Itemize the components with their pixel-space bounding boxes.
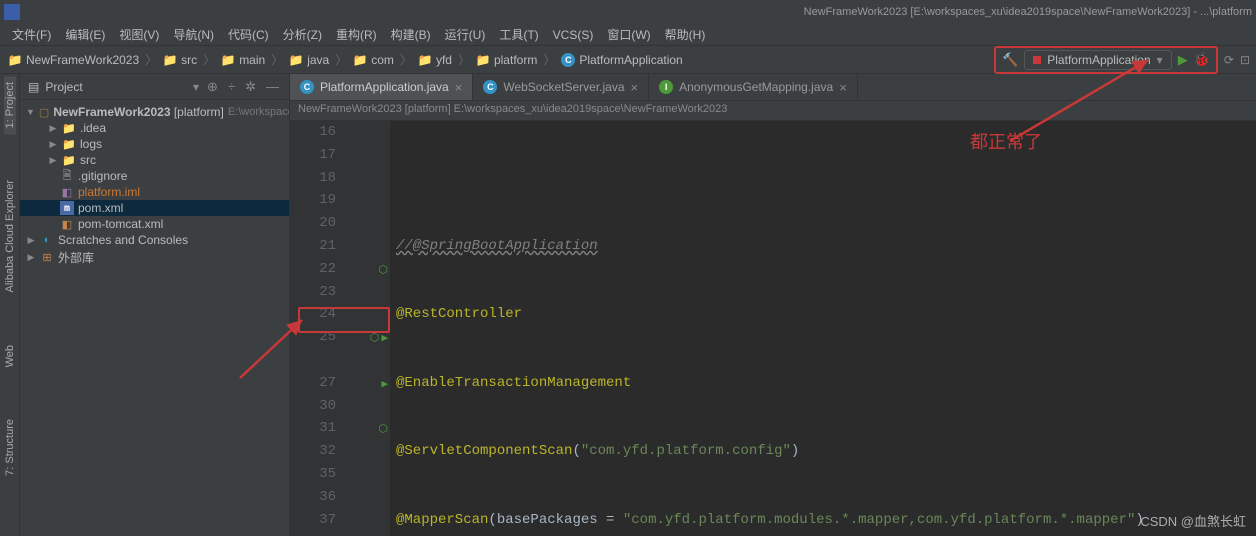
editor-breadcrumb: NewFrameWork2023 [platform] E:\workspace… xyxy=(290,101,1256,121)
sidebar-tab-structure[interactable]: 7: Structure xyxy=(4,413,16,482)
bc-java[interactable]: 📁java xyxy=(287,51,331,69)
folder-icon: 📁 xyxy=(62,137,76,151)
tree-item-pom-tomcat[interactable]: ◧pom-tomcat.xml xyxy=(20,216,289,232)
close-icon[interactable]: × xyxy=(839,80,847,95)
tree-root[interactable]: ▼▢ NewFrameWork2023 [platform] E:\worksp… xyxy=(20,104,289,120)
collapse-icon[interactable]: ÷ xyxy=(226,79,237,94)
close-icon[interactable]: × xyxy=(455,80,463,95)
sidebar-tab-web[interactable]: Web xyxy=(4,339,16,373)
maven-icon: m xyxy=(60,201,74,215)
spring-run-icon[interactable]: ⬡ xyxy=(370,328,380,351)
class-icon: C xyxy=(300,80,314,94)
menu-file[interactable]: 文件(F) xyxy=(6,24,57,45)
sidebar-tab-alibaba[interactable]: Alibaba Cloud Explorer xyxy=(4,174,16,299)
interface-icon: I xyxy=(659,80,673,94)
tree-item-logs[interactable]: ▶📁logs xyxy=(20,136,289,152)
tree-external[interactable]: ▶⊞外部库 xyxy=(20,248,289,267)
run-icon[interactable]: ▶ xyxy=(1178,52,1188,68)
menu-run[interactable]: 运行(U) xyxy=(439,24,492,45)
library-icon: ⊞ xyxy=(40,251,54,265)
tab-anonymous[interactable]: IAnonymousGetMapping.java× xyxy=(649,74,858,100)
editor-area: CPlatformApplication.java× CWebSocketSer… xyxy=(290,74,1256,536)
sidebar-tab-project[interactable]: 1: Project xyxy=(4,76,16,134)
watermark: CSDN @血煞长虹 xyxy=(1140,511,1246,530)
project-tool-icon: ▤ xyxy=(28,80,39,94)
folder-icon: 📁 xyxy=(62,153,76,167)
toolbar-more-icon[interactable]: ⟳ xyxy=(1224,53,1234,67)
tree-item-iml[interactable]: ◧platform.iml xyxy=(20,184,289,200)
debug-icon[interactable]: 🐞 xyxy=(1194,52,1210,68)
tab-websocket[interactable]: CWebSocketServer.java× xyxy=(473,74,649,100)
breadcrumb: 📁NewFrameWork2023〉 📁src〉 📁main〉 📁java〉 📁… xyxy=(6,51,685,69)
settings-icon[interactable]: ✲ xyxy=(243,79,258,95)
build-icon[interactable]: 🔨 xyxy=(1002,52,1018,68)
gutter: 16 17 18 19 20 21 22⬡ 23 24 25⬡▶ 27▶ 30 … xyxy=(290,121,390,536)
close-icon[interactable]: × xyxy=(631,80,639,95)
tree-item-gitignore[interactable]: 🗎.gitignore xyxy=(20,168,289,184)
menu-view[interactable]: 视图(V) xyxy=(113,24,165,45)
ide-logo xyxy=(4,4,20,20)
run-config-selector[interactable]: PlatformApplication ▾ xyxy=(1024,50,1171,70)
bc-main[interactable]: 📁main xyxy=(219,51,267,69)
tree-item-pom[interactable]: mpom.xml xyxy=(20,200,289,216)
spring-bean-icon[interactable]: ⬡ xyxy=(378,260,388,283)
run-config-box: 🔨 PlatformApplication ▾ ▶ 🐞 xyxy=(994,46,1218,74)
menu-help[interactable]: 帮助(H) xyxy=(659,24,712,45)
project-tree: ▼▢ NewFrameWork2023 [platform] E:\worksp… xyxy=(20,100,289,536)
bc-root[interactable]: 📁NewFrameWork2023 xyxy=(6,51,141,69)
module-icon: ▢ xyxy=(39,105,49,119)
menu-nav[interactable]: 导航(N) xyxy=(167,24,220,45)
titlebar-path: NewFrameWork2023 [E:\workspaces_xu\idea2… xyxy=(804,6,1252,18)
folder-icon: 📁 xyxy=(62,121,76,135)
run-gutter-icon[interactable]: ▶ xyxy=(381,374,388,397)
project-title: Project xyxy=(45,80,187,94)
editor-tabs: CPlatformApplication.java× CWebSocketSer… xyxy=(290,74,1256,101)
code-editor[interactable]: 16 17 18 19 20 21 22⬡ 23 24 25⬡▶ 27▶ 30 … xyxy=(290,121,1256,536)
tab-platform-app[interactable]: CPlatformApplication.java× xyxy=(290,74,473,100)
menu-analyze[interactable]: 分析(Z) xyxy=(277,24,328,45)
chevron-down-icon[interactable]: ▾ xyxy=(193,80,199,94)
menu-edit[interactable]: 编辑(E) xyxy=(59,24,111,45)
menu-tools[interactable]: 工具(T) xyxy=(493,24,544,45)
bc-src[interactable]: 📁src xyxy=(161,51,199,69)
bc-class[interactable]: CPlatformApplication xyxy=(559,51,684,69)
run-gutter-icon[interactable]: ▶ xyxy=(381,328,388,351)
hide-icon[interactable]: — xyxy=(264,79,281,94)
file-icon: 🗎 xyxy=(60,169,74,183)
tree-item-idea[interactable]: ▶📁.idea xyxy=(20,120,289,136)
left-gutter: 1: Project Alibaba Cloud Explorer Web 7:… xyxy=(0,74,20,536)
bc-platform[interactable]: 📁platform xyxy=(474,51,539,69)
spring-bean-icon[interactable]: ⬡ xyxy=(378,419,388,442)
bc-com[interactable]: 📁com xyxy=(351,51,396,69)
run-config-label: PlatformApplication xyxy=(1047,53,1150,67)
class-icon: C xyxy=(561,53,575,67)
menu-window[interactable]: 窗口(W) xyxy=(601,24,656,45)
menu-vcs[interactable]: VCS(S) xyxy=(547,26,600,44)
locate-icon[interactable]: ⊕ xyxy=(205,79,220,95)
scratches-icon: ◐ xyxy=(40,233,54,247)
menu-build[interactable]: 构建(B) xyxy=(385,24,437,45)
stop-indicator-icon xyxy=(1033,56,1041,64)
menubar: 文件(F) 编辑(E) 视图(V) 导航(N) 代码(C) 分析(Z) 重构(R… xyxy=(0,24,1256,46)
toolbar-search-icon[interactable]: ⊡ xyxy=(1240,53,1250,67)
tree-scratches[interactable]: ▶◐Scratches and Consoles xyxy=(20,232,289,248)
chevron-down-icon: ▾ xyxy=(1157,53,1163,67)
menu-code[interactable]: 代码(C) xyxy=(222,24,275,45)
project-panel: ▤ Project ▾ ⊕ ÷ ✲ — ▼▢ NewFrameWork2023 … xyxy=(20,74,290,536)
class-icon: C xyxy=(483,80,497,94)
iml-icon: ◧ xyxy=(60,185,74,199)
menu-refactor[interactable]: 重构(R) xyxy=(330,24,383,45)
toolbar: 📁NewFrameWork2023〉 📁src〉 📁main〉 📁java〉 📁… xyxy=(0,46,1256,74)
xml-icon: ◧ xyxy=(60,217,74,231)
tree-item-src[interactable]: ▶📁src xyxy=(20,152,289,168)
bc-yfd[interactable]: 📁yfd xyxy=(416,51,454,69)
